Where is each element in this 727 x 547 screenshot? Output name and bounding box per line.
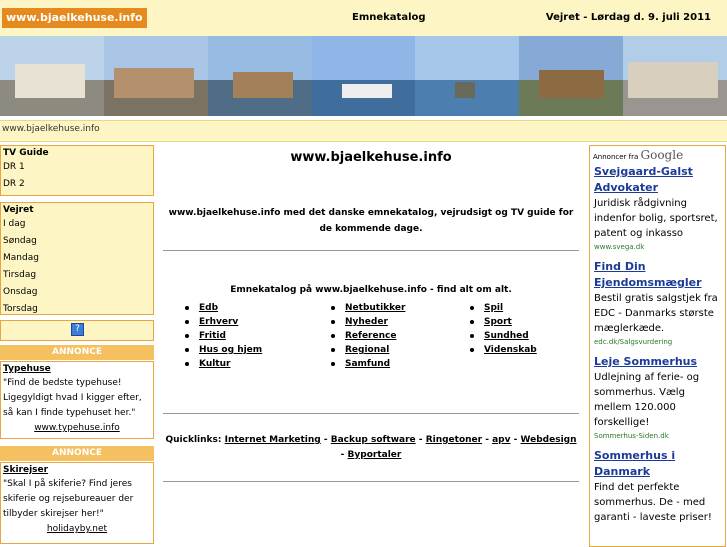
category-link-erhverv[interactable]: Erhverv	[185, 315, 262, 329]
google-ad-2-url[interactable]: edc.dk/Salgsvurdering	[594, 336, 721, 348]
google-logo: Google	[640, 148, 684, 162]
category-link-samfund[interactable]: Samfund	[331, 357, 405, 371]
google-ads-label[interactable]: Annoncer fra Google	[590, 146, 725, 164]
quicklink-webdesign[interactable]: Webdesign	[521, 435, 577, 445]
left-ad-2-title[interactable]: Skirejser	[1, 463, 153, 477]
divider-3	[163, 481, 579, 482]
google-ad-4-desc: Find det perfekte sommerhus. De - med ga…	[594, 482, 712, 523]
weather-item-monday[interactable]: Mandag	[1, 251, 153, 268]
left-ad-2-url[interactable]: holidayby.net	[1, 522, 153, 534]
quicklinks: Quicklinks: Internet Marketing - Backup …	[165, 435, 577, 460]
tv-item-dr2[interactable]: DR 2	[1, 177, 153, 194]
google-ad-2-desc: Bestil gratis salgstjek fra EDC - Danmar…	[594, 293, 718, 334]
weather-item-today[interactable]: I dag	[1, 217, 153, 234]
category-link-videnskab[interactable]: Videnskab	[470, 343, 537, 357]
tv-guide-box: TV Guide DR 1 DR 2	[0, 145, 154, 196]
google-ad-1: Svejgaard-Galst Advokater Juridisk rådgi…	[590, 164, 725, 253]
category-column-3: Spil Sport Sundhed Videnskab	[470, 301, 537, 357]
annonce-header-1: ANNONCE	[0, 345, 154, 360]
page-title: www.bjaelkehuse.info	[290, 150, 452, 165]
photo-ferry	[311, 36, 416, 116]
quicklink-apv[interactable]: apv	[492, 435, 510, 445]
quicklink-backup-software[interactable]: Backup software	[331, 435, 416, 445]
top-bar: www.bjaelkehuse.info Emnekatalog Vejret …	[0, 0, 727, 36]
category-link-netbutikker[interactable]: Netbutikker	[331, 301, 405, 315]
category-link-fritid[interactable]: Fritid	[185, 329, 262, 343]
google-ads-panel: Annoncer fra Google Svejgaard-Galst Advo…	[589, 145, 726, 547]
weather-item-tuesday[interactable]: Tirsdag	[1, 268, 153, 285]
weather-date: Vejret - Lørdag d. 9. juli 2011	[545, 12, 711, 23]
divider-1	[163, 250, 579, 251]
google-ad-4: Sommerhus i Danmark Find det perfekte so…	[590, 448, 725, 525]
left-ad-1-desc: "Find de bedste typehuse! Ligegyldigt hv…	[3, 378, 142, 418]
category-link-sport[interactable]: Sport	[470, 315, 537, 329]
quicklink-byportaler[interactable]: Byportaler	[348, 450, 402, 460]
google-ad-1-desc: Juridisk rådgivning indenfor bolig, spor…	[594, 198, 718, 239]
photo-street	[623, 36, 727, 116]
left-ad-1: Typehuse "Find de bedste typehuse! Ligeg…	[0, 361, 154, 439]
tv-item-dr1[interactable]: DR 1	[1, 160, 153, 177]
left-ad-2: Skirejser "Skal I på skiferie? Find jere…	[0, 462, 154, 544]
weather-item-sunday[interactable]: Søndag	[1, 234, 153, 251]
google-ad-2-title[interactable]: Find Din Ejendomsmægler	[594, 259, 721, 291]
weather-item-thursday[interactable]: Torsdag	[1, 302, 153, 319]
google-ad-1-title[interactable]: Svejgaard-Galst Advokater	[594, 164, 721, 196]
quicklink-ringetoner[interactable]: Ringetoner	[426, 435, 482, 445]
weather-item-wednesday[interactable]: Onsdag	[1, 285, 153, 302]
category-link-kultur[interactable]: Kultur	[185, 357, 262, 371]
breadcrumb-url[interactable]: www.bjaelkehuse.info	[2, 124, 100, 134]
google-ad-4-title[interactable]: Sommerhus i Danmark	[594, 448, 721, 480]
google-ad-3-url[interactable]: Sommerhus-Siden.dk	[594, 430, 721, 442]
breadcrumb-bar: www.bjaelkehuse.info	[0, 120, 727, 142]
top-center-title: Emnekatalog	[352, 12, 426, 23]
photo-mermaid	[415, 36, 520, 116]
intro-text: www.bjaelkehuse.info med det danske emne…	[168, 208, 574, 234]
catalog-title: Emnekatalog på www.bjaelkehuse.info - fi…	[230, 285, 512, 295]
quicklinks-label: Quicklinks:	[165, 435, 222, 445]
google-ad-3-title[interactable]: Leje Sommerhus	[594, 354, 721, 370]
left-ad-2-desc: "Skal I på skiferie? Find jeres skiferie…	[3, 479, 134, 519]
category-link-spil[interactable]: Spil	[470, 301, 537, 315]
category-link-sundhed[interactable]: Sundhed	[470, 329, 537, 343]
category-link-regional[interactable]: Regional	[331, 343, 405, 357]
site-logo[interactable]: www.bjaelkehuse.info	[2, 8, 147, 28]
category-column-2: Netbutikker Nyheder Reference Regional S…	[331, 301, 405, 371]
category-link-edb[interactable]: Edb	[185, 301, 262, 315]
category-link-hus-og-hjem[interactable]: Hus og hjem	[185, 343, 262, 357]
help-icon[interactable]: ?	[71, 323, 84, 336]
photo-kronborg	[519, 36, 624, 116]
photo-castle-ruin	[103, 36, 208, 116]
google-ad-1-url[interactable]: www.svega.dk	[594, 241, 721, 253]
category-column-1: Edb Erhverv Fritid Hus og hjem Kultur	[185, 301, 262, 371]
divider-2	[163, 413, 579, 414]
photo-banner	[0, 36, 727, 116]
google-ad-3-desc: Udlejning af ferie- og sommerhus. Vælg m…	[594, 372, 700, 428]
google-ad-2: Find Din Ejendomsmægler Bestil gratis sa…	[590, 259, 725, 348]
quicklink-internet-marketing[interactable]: Internet Marketing	[225, 435, 321, 445]
tv-guide-title: TV Guide	[3, 148, 49, 158]
weather-title: Vejret	[3, 205, 34, 215]
photo-harbor-towers	[207, 36, 312, 116]
photo-town-hall	[0, 36, 104, 116]
left-ad-1-title[interactable]: Typehuse	[1, 362, 153, 376]
ads-by-text: Annoncer fra	[593, 153, 639, 161]
category-link-nyheder[interactable]: Nyheder	[331, 315, 405, 329]
weather-box: Vejret I dag Søndag Mandag Tirsdag Onsda…	[0, 202, 154, 315]
left-ad-1-url[interactable]: www.typehuse.info	[1, 421, 153, 433]
annonce-header-2: ANNONCE	[0, 446, 154, 461]
category-link-reference[interactable]: Reference	[331, 329, 405, 343]
google-ad-3: Leje Sommerhus Udlejning af ferie- og so…	[590, 354, 725, 442]
